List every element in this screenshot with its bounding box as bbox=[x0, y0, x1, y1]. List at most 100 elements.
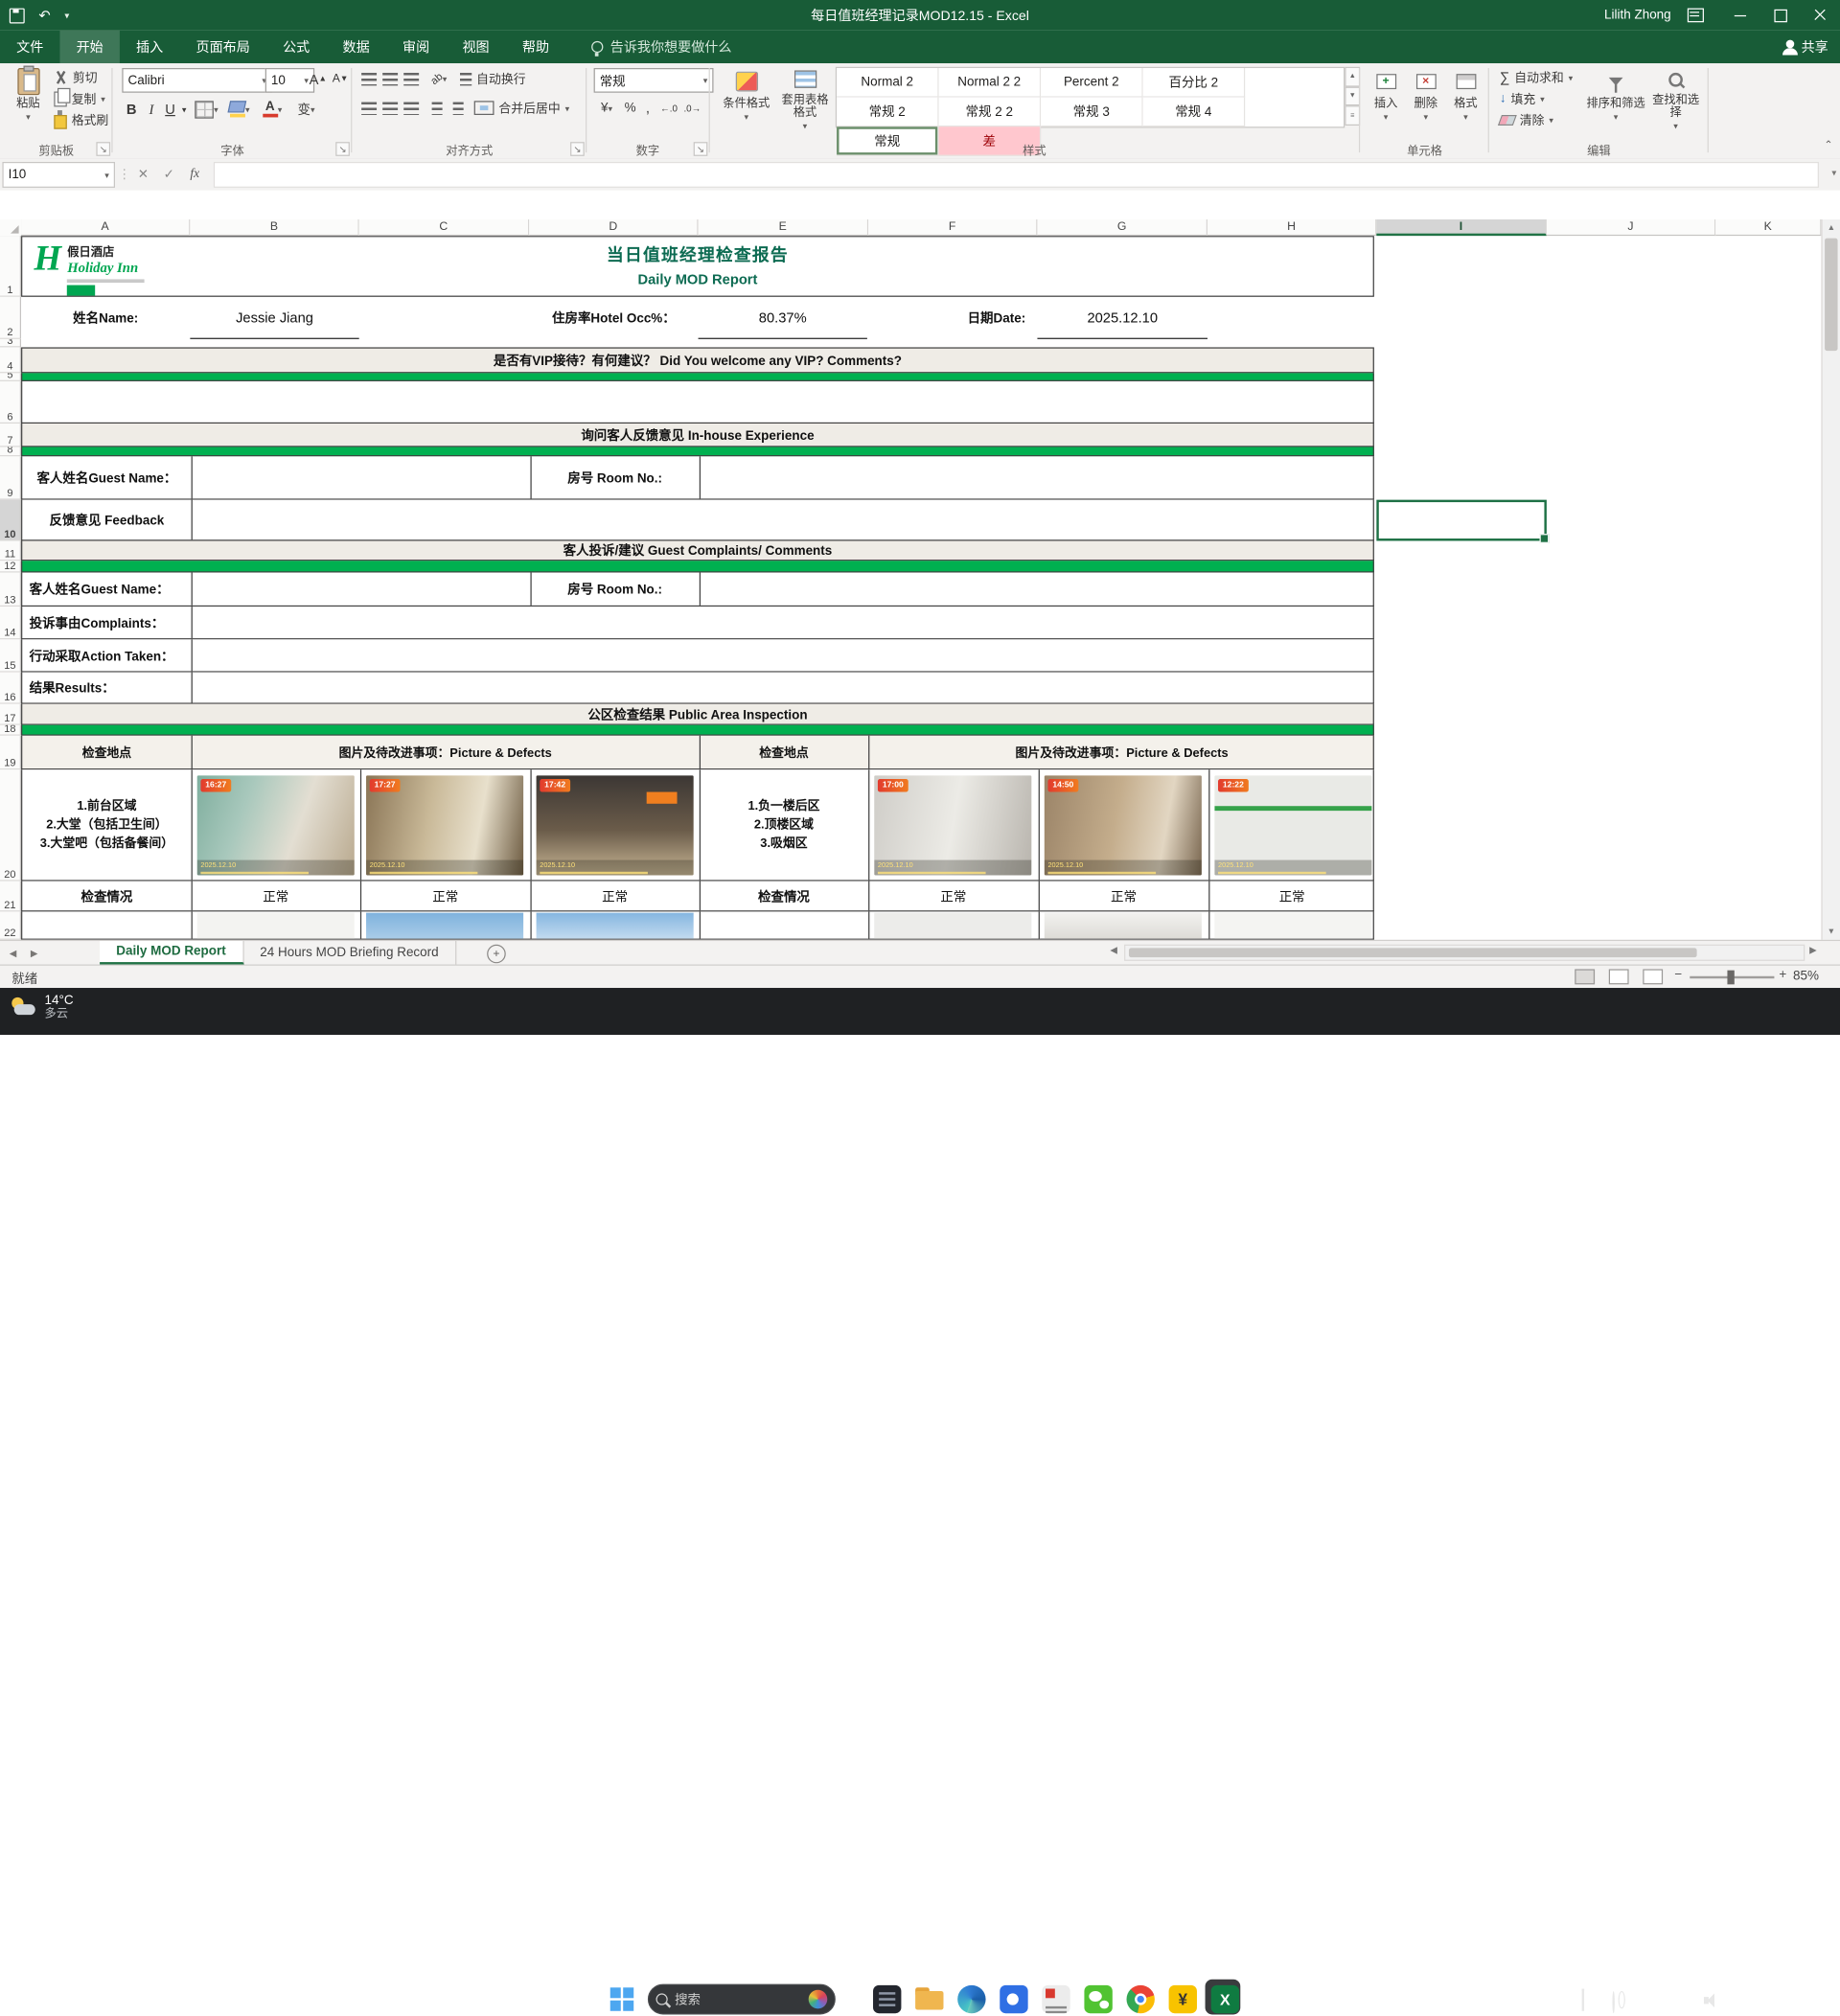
format-cells-button[interactable]: 格式▾ bbox=[1448, 67, 1484, 133]
taskbar-app-gray[interactable] bbox=[1040, 1982, 1072, 2015]
col-header-h[interactable]: H bbox=[1208, 219, 1376, 236]
number-dialog-launcher[interactable]: ↘ bbox=[694, 142, 708, 156]
weather-widget[interactable]: 14°C 多云 bbox=[10, 994, 74, 1020]
taskbar-search[interactable]: 搜索 bbox=[648, 1984, 836, 2015]
bold-icon[interactable]: B bbox=[122, 98, 141, 121]
accounting-format-icon[interactable]: ¥▾ bbox=[594, 98, 620, 119]
close-button[interactable] bbox=[1800, 0, 1840, 31]
row-header-10[interactable]: 10 bbox=[0, 500, 21, 541]
alignment-dialog-launcher[interactable]: ↘ bbox=[570, 142, 585, 156]
conditional-formatting-button[interactable]: 条件格式▾ bbox=[718, 67, 774, 133]
date-value[interactable]: 2025.12.10 bbox=[1037, 297, 1208, 339]
style-normal2[interactable]: Normal 2 bbox=[837, 68, 939, 98]
gallery-more-icon[interactable]: ≡ bbox=[1345, 106, 1360, 126]
complaints-section-header[interactable]: 客人投诉/建议 Guest Complaints/ Comments bbox=[21, 540, 1374, 561]
copy-button[interactable]: 复制▾ bbox=[54, 89, 105, 108]
zoom-slider-thumb[interactable] bbox=[1727, 971, 1734, 985]
phonetic-guide-icon[interactable]: 变▾ bbox=[291, 98, 322, 121]
format-painter-button[interactable]: 格式刷 bbox=[54, 110, 108, 129]
collapse-ribbon-icon[interactable]: ⌃ bbox=[1824, 138, 1832, 150]
inspection-photo-lobby-bar[interactable]: 17:42 2025.12.10 bbox=[537, 775, 694, 875]
row-header-14[interactable]: 14 bbox=[0, 607, 21, 639]
tab-formulas[interactable]: 公式 bbox=[266, 31, 326, 63]
selected-cell-i10[interactable] bbox=[1376, 500, 1547, 541]
fill-color-icon[interactable]: ▾ bbox=[225, 98, 253, 121]
row-header-12[interactable]: 12 bbox=[0, 561, 21, 572]
tab-review[interactable]: 审阅 bbox=[386, 31, 446, 63]
minimize-button[interactable] bbox=[1720, 0, 1760, 31]
new-sheet-button[interactable]: + bbox=[487, 945, 506, 964]
sheet-nav-right-icon[interactable]: ▶ bbox=[31, 941, 38, 964]
italic-icon[interactable]: I bbox=[143, 98, 159, 121]
row-header-18[interactable]: 18 bbox=[0, 725, 21, 736]
tray-expand-icon[interactable] bbox=[1582, 1991, 1584, 2012]
name-value[interactable]: Jessie Jiang bbox=[190, 297, 358, 339]
status-cell[interactable]: 正常 bbox=[192, 882, 360, 911]
align-middle-icon[interactable] bbox=[380, 68, 400, 89]
fill-button[interactable]: ↓填充▾ bbox=[1500, 89, 1545, 108]
sheet-nav-left-icon[interactable]: ◀ bbox=[10, 941, 17, 964]
inhouse-guest-row[interactable]: 客人姓名Guest Name： 房号 Room No.: bbox=[21, 456, 1374, 499]
col-header-a[interactable]: A bbox=[21, 219, 190, 236]
decrease-decimal-icon[interactable]: .0→ bbox=[680, 98, 703, 119]
maximize-button[interactable] bbox=[1760, 0, 1801, 31]
number-format-combo[interactable]: 常规▾ bbox=[594, 68, 714, 93]
sheet-tab-daily-mod-report[interactable]: Daily MOD Report bbox=[100, 941, 243, 964]
style-changgui22[interactable]: 常规 2 2 bbox=[939, 98, 1042, 127]
account-user[interactable]: Lilith Zhong bbox=[1604, 9, 1671, 23]
gallery-down-icon[interactable]: ▼ bbox=[1345, 86, 1360, 105]
row-header-7[interactable]: 7 bbox=[0, 424, 21, 447]
col-header-c[interactable]: C bbox=[359, 219, 530, 236]
font-name-combo[interactable]: Calibri▾ bbox=[122, 68, 272, 93]
inspection-photos-row[interactable]: 1.前台区域 2.大堂（包括卫生间） 3.大堂吧（包括备餐间） 16:27 20… bbox=[21, 769, 1374, 881]
taskbar-app-edge[interactable] bbox=[955, 1982, 988, 2015]
horizontal-scroll-thumb[interactable] bbox=[1129, 948, 1697, 957]
style-changgui2[interactable]: 常规 2 bbox=[837, 98, 939, 127]
inspection-header-row[interactable]: 检查地点 图片及待改进事项：Picture & Defects 检查地点 图片及… bbox=[21, 736, 1374, 770]
style-changgui4[interactable]: 常规 4 bbox=[1143, 98, 1246, 127]
row-header-20[interactable]: 20 bbox=[0, 769, 21, 881]
tab-help[interactable]: 帮助 bbox=[506, 31, 565, 63]
photo-strip[interactable] bbox=[1214, 913, 1371, 939]
row-header-3[interactable]: 3 bbox=[0, 339, 21, 348]
gallery-up-icon[interactable]: ▲ bbox=[1345, 67, 1360, 86]
font-dialog-launcher[interactable]: ↘ bbox=[335, 142, 350, 156]
row-header-5[interactable]: 5 bbox=[0, 373, 21, 381]
inspection-photo-smoking-area[interactable]: 12:22 2025.12.10 bbox=[1214, 775, 1371, 875]
zoom-out-icon[interactable]: − bbox=[1674, 968, 1682, 982]
network-icon[interactable] bbox=[1612, 1992, 1614, 2013]
style-baifenbi2[interactable]: 百分比 2 bbox=[1143, 68, 1246, 98]
enter-icon[interactable]: ✓ bbox=[157, 162, 180, 185]
inspection-photo-roof-area[interactable]: 14:50 2025.12.10 bbox=[1045, 775, 1202, 875]
increase-indent-icon[interactable] bbox=[448, 98, 468, 119]
taskbar-app-wechat[interactable] bbox=[1082, 1982, 1115, 2015]
inspection-photo-lobby[interactable]: 16:27 2025.12.10 bbox=[197, 775, 355, 875]
formula-bar-expand-icon[interactable]: ▾ bbox=[1831, 168, 1836, 178]
tab-page-layout[interactable]: 页面布局 bbox=[179, 31, 266, 63]
wrap-text-button[interactable]: 自动换行 bbox=[460, 69, 526, 88]
page-break-view-icon[interactable] bbox=[1643, 969, 1663, 984]
row-header-4[interactable]: 4 bbox=[0, 347, 21, 373]
sort-filter-button[interactable]: 排序和筛选▾ bbox=[1587, 67, 1645, 133]
page-layout-view-icon[interactable] bbox=[1609, 969, 1629, 984]
name-box[interactable]: I10▾ bbox=[2, 162, 115, 188]
scroll-down-icon[interactable]: ▼ bbox=[1823, 924, 1840, 940]
horizontal-scrollbar[interactable] bbox=[1124, 945, 1805, 961]
normal-view-icon[interactable] bbox=[1575, 969, 1595, 984]
col-header-i[interactable]: I bbox=[1376, 219, 1547, 236]
taskbar-app-file-explorer[interactable] bbox=[913, 1982, 946, 2015]
increase-font-icon[interactable]: A▲ bbox=[308, 68, 329, 90]
sheet-form[interactable]: H 假日酒店 Holiday Inn 当日值班经理检查报告 Daily MOD … bbox=[21, 236, 1376, 940]
tab-home[interactable]: 开始 bbox=[59, 31, 119, 63]
row-header-19[interactable]: 19 bbox=[0, 736, 21, 770]
sheet-tab-24h-briefing[interactable]: 24 Hours MOD Briefing Record bbox=[243, 941, 456, 964]
col-header-b[interactable]: B bbox=[190, 219, 358, 236]
row-header-9[interactable]: 9 bbox=[0, 456, 21, 499]
public-area-section-header[interactable]: 公区检查结果 Public Area Inspection bbox=[21, 704, 1374, 725]
decrease-indent-icon[interactable] bbox=[427, 98, 447, 119]
taskbar-app-finance[interactable]: ¥ bbox=[1166, 1982, 1199, 2015]
hscroll-right-icon[interactable]: ▶ bbox=[1809, 945, 1817, 955]
autosum-button[interactable]: ∑自动求和▾ bbox=[1500, 68, 1573, 87]
action-row[interactable]: 行动采取Action Taken： bbox=[21, 639, 1374, 672]
row-header-11[interactable]: 11 bbox=[0, 540, 21, 561]
